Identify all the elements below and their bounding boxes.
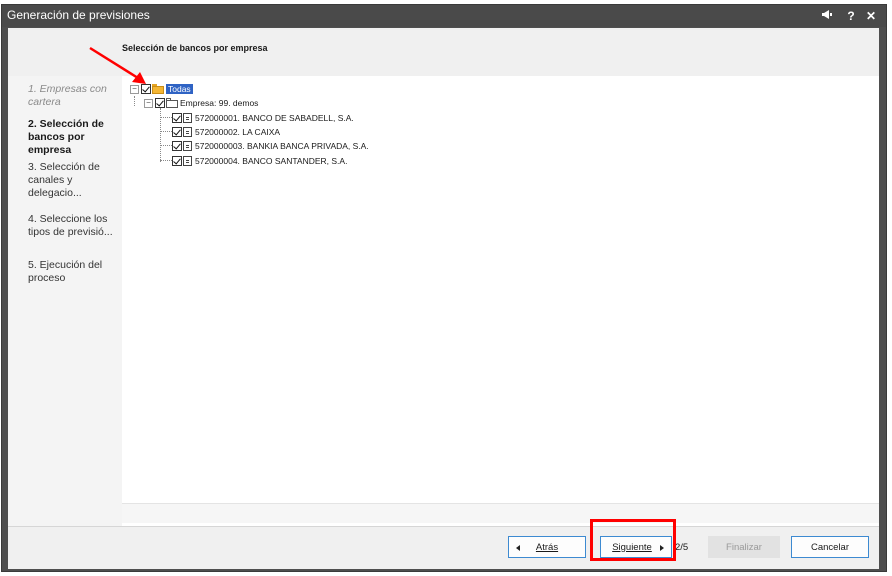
annotation-arrow xyxy=(89,46,146,84)
document-icon xyxy=(183,141,192,151)
cancel-button[interactable]: Cancelar xyxy=(791,536,869,558)
bank-tree: − Todas − Empresa: 99. demos 572000001. … xyxy=(122,76,879,526)
tree-node-bank[interactable]: 572000004. BANCO SANTANDER, S.A. xyxy=(172,155,347,167)
folder-icon xyxy=(166,98,178,108)
checkbox-bank[interactable] xyxy=(172,113,182,123)
tree-connector xyxy=(160,160,172,161)
tree-label-empresa: Empresa: 99. demos xyxy=(180,98,259,108)
tree-label-root: Todas xyxy=(166,84,193,94)
tree-connector xyxy=(160,131,172,132)
tree-label-bank: 5720000003. BANKIA BANCA PRIVADA, S.A. xyxy=(195,141,369,151)
wizard-client: Selección de bancos por empresa 1. Empre… xyxy=(8,28,879,569)
help-button[interactable]: ? xyxy=(844,8,858,24)
checkbox-bank[interactable] xyxy=(172,127,182,137)
page-counter: 2/5 xyxy=(675,542,689,553)
window-title: Generación de previsiones xyxy=(7,8,150,22)
tree-node-bank[interactable]: 572000001. BANCO DE SABADELL, S.A. xyxy=(172,112,354,124)
collapse-icon[interactable]: − xyxy=(144,98,153,108)
tree-connector xyxy=(160,117,172,118)
steps-sidebar: 1. Empresas con cartera 2. Selección de … xyxy=(8,76,122,526)
tree-node-empresa[interactable]: − Empresa: 99. demos xyxy=(144,97,258,109)
megaphone-icon xyxy=(822,10,832,19)
tree-connector xyxy=(134,96,135,106)
checkbox-bank[interactable] xyxy=(172,156,182,166)
tree-label-bank: 572000002. LA CAIXA xyxy=(195,127,281,137)
document-icon xyxy=(183,127,192,137)
checkbox-bank[interactable] xyxy=(172,141,182,151)
close-button[interactable]: ✕ xyxy=(864,8,878,24)
announcement-icon[interactable] xyxy=(818,8,836,24)
back-button[interactable]: Atrás xyxy=(508,536,586,558)
step-3: 3. Selección de canales y delegacio... xyxy=(28,161,100,199)
step-2: 2. Selección de bancos por empresa xyxy=(28,118,104,156)
document-icon xyxy=(183,113,192,123)
title-bar: Generación de previsiones ? ✕ xyxy=(2,5,886,27)
tree-node-bank[interactable]: 5720000003. BANKIA BANCA PRIVADA, S.A. xyxy=(172,140,369,152)
tree-connector xyxy=(160,145,172,146)
tree-footer xyxy=(122,503,879,523)
button-bar: Atrás Siguiente 2/5 Finalizar Cancelar xyxy=(8,526,879,569)
step-4: 4. Seleccione los tipos de previsió... xyxy=(28,213,113,238)
step-5: 5. Ejecución del proceso xyxy=(28,259,103,284)
finish-button[interactable]: Finalizar xyxy=(708,536,780,558)
tree-label-bank: 572000004. BANCO SANTANDER, S.A. xyxy=(195,156,348,166)
arrow-left-icon xyxy=(516,545,520,551)
annotation-highlight xyxy=(590,519,676,561)
document-icon xyxy=(183,156,192,166)
tree-node-bank[interactable]: 572000002. LA CAIXA xyxy=(172,126,280,138)
checkbox-empresa[interactable] xyxy=(155,98,165,108)
tree-label-bank: 572000001. BANCO DE SABADELL, S.A. xyxy=(195,113,354,123)
